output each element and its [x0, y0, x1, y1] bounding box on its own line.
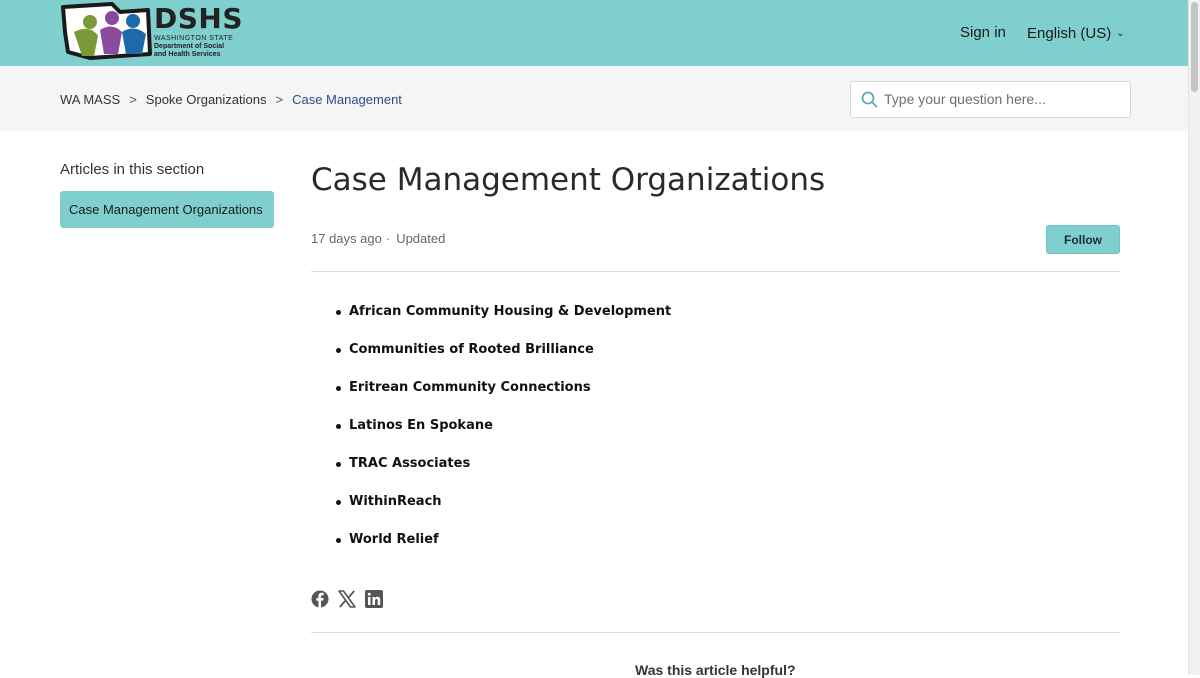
sidebar-item-case-management-organizations[interactable]: Case Management Organizations — [60, 191, 274, 228]
list-item: TRAC Associates — [311, 452, 671, 490]
logo-dept-line2: and Health Services — [154, 51, 221, 58]
logo-title: DSHS — [154, 2, 244, 35]
meta-separator: · — [385, 231, 391, 246]
organization-list: African Community Housing & Development … — [311, 300, 671, 566]
logo-text: DSHS WASHINGTON STATE Department of Soci… — [154, 4, 243, 59]
breadcrumb-separator: > — [129, 92, 137, 107]
list-item: Communities of Rooted Brilliance — [311, 338, 671, 376]
linkedin-icon[interactable] — [365, 590, 383, 613]
site-header: DSHS WASHINGTON STATE Department of Soci… — [0, 0, 1188, 66]
list-item: Latinos En Spokane — [311, 414, 671, 452]
chevron-down-icon: ⌄ — [1116, 28, 1125, 39]
breadcrumb-item-case-management[interactable]: Case Management — [292, 92, 402, 107]
divider — [311, 632, 1120, 633]
language-selector[interactable]: English (US) ⌄ — [1027, 25, 1125, 42]
list-item: WithinReach — [311, 490, 671, 528]
language-label: English (US) — [1027, 25, 1112, 42]
helpful-prompt: Was this article helpful? — [635, 662, 796, 678]
breadcrumb-item-spoke-organizations[interactable]: Spoke Organizations — [146, 92, 267, 107]
divider — [311, 271, 1120, 272]
list-item: African Community Housing & Development — [311, 300, 671, 338]
article-meta: 17 days ago · Updated — [311, 231, 445, 246]
search-input[interactable] — [884, 88, 1122, 110]
dshs-logo-mark-icon — [61, 2, 152, 60]
article-title: Case Management Organizations — [311, 162, 826, 198]
article-age: 17 days ago — [311, 231, 382, 246]
breadcrumb-separator: > — [275, 92, 284, 107]
article-updated-label: Updated — [396, 231, 446, 246]
list-item: Eritrean Community Connections — [311, 376, 671, 414]
list-item: World Relief — [311, 528, 671, 566]
scrollbar-thumb[interactable] — [1191, 2, 1198, 92]
x-icon[interactable] — [338, 590, 356, 613]
follow-button[interactable]: Follow — [1046, 225, 1120, 254]
sidebar-heading: Articles in this section — [60, 161, 205, 178]
sign-in-link[interactable]: Sign in — [960, 24, 1006, 41]
breadcrumb-item-wa-mass[interactable]: WA MASS — [60, 92, 120, 107]
logo-dept-line1: Department of Social — [154, 43, 225, 50]
breadcrumb: WA MASS > Spoke Organizations > Case Managem… — [60, 92, 402, 107]
search-icon — [861, 91, 878, 108]
search-box[interactable] — [850, 81, 1131, 118]
facebook-icon[interactable] — [311, 590, 329, 613]
logo-state-line: WASHINGTON STATE — [154, 35, 234, 42]
page-scrollbar[interactable] — [1188, 0, 1200, 675]
dshs-logo[interactable]: DSHS WASHINGTON STATE Department of Soci… — [60, 2, 243, 62]
